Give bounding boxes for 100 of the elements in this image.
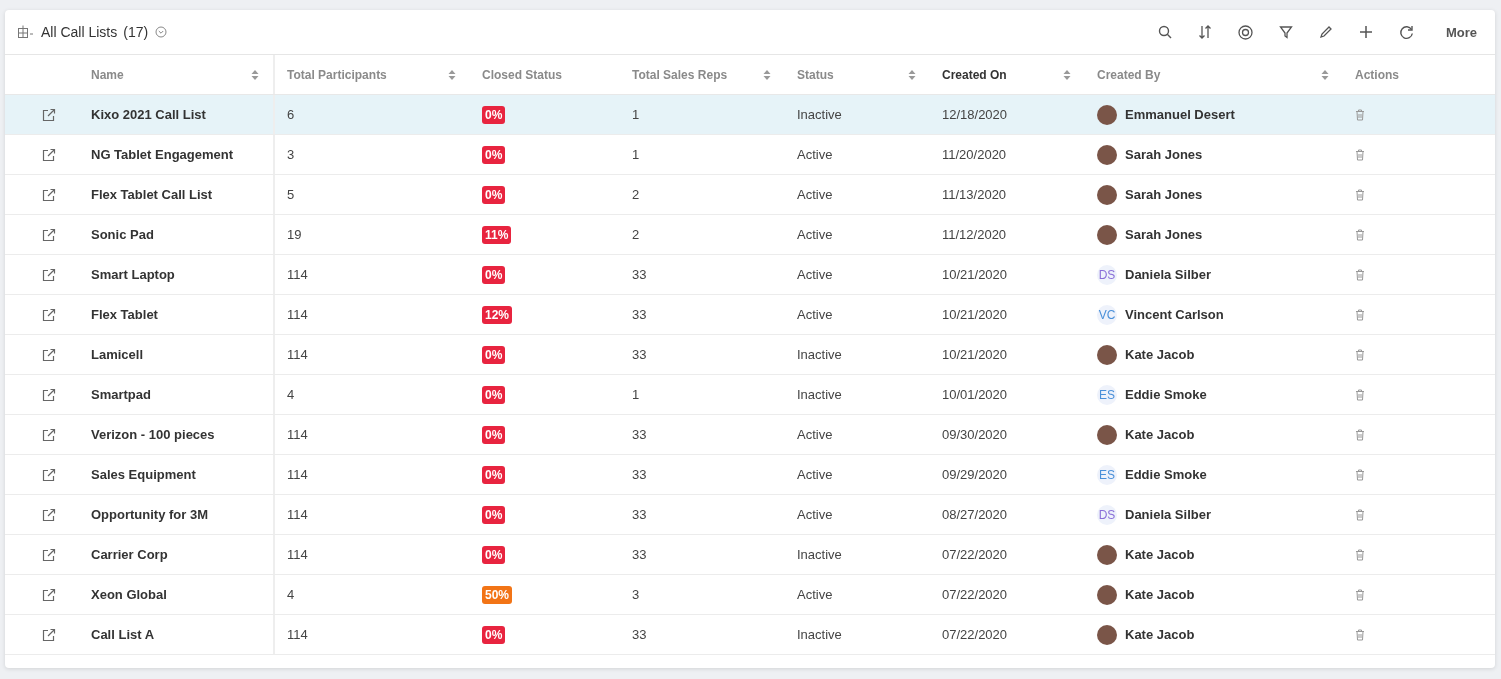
table-row[interactable]: Sonic Pad 19 11% 2 Active 11/12/2020 Sarah Jones (5, 215, 1495, 255)
call-list-name[interactable]: Lamicell (91, 347, 144, 362)
plus-icon[interactable] (1358, 25, 1373, 39)
trash-icon[interactable] (1355, 428, 1365, 441)
trash-icon[interactable] (1355, 268, 1365, 281)
sort-arrows-icon[interactable] (1321, 68, 1329, 81)
open-external-icon[interactable] (42, 587, 56, 602)
trash-icon[interactable] (1355, 588, 1365, 601)
call-list-name[interactable]: Flex Tablet Call List (91, 187, 213, 202)
trash-icon[interactable] (1355, 468, 1365, 481)
column-header[interactable]: Closed Status (470, 55, 620, 94)
open-external-icon[interactable] (42, 547, 56, 562)
pencil-icon[interactable] (1318, 25, 1333, 39)
status-text: Active (797, 267, 833, 282)
avatar-circle (1097, 424, 1117, 445)
status-text: Active (797, 227, 833, 242)
sales-reps-count: 33 (632, 467, 647, 482)
trash-icon[interactable] (1355, 228, 1365, 241)
column-header[interactable]: Actions (1343, 55, 1495, 94)
closed-status-badge: 0% (482, 465, 506, 484)
open-external-icon[interactable] (42, 147, 56, 162)
trash-icon[interactable] (1355, 188, 1365, 201)
sales-reps-count: 33 (632, 427, 647, 442)
table-row[interactable]: Smart Laptop 114 0% 33 Active 10/21/2020 DS Daniela Silber (5, 255, 1495, 295)
filter-icon[interactable] (1278, 25, 1293, 39)
sort-arrows-icon[interactable] (251, 68, 259, 81)
target-icon[interactable] (1237, 24, 1253, 40)
participants-count: 114 (287, 627, 308, 642)
closed-status-badge: 0% (482, 505, 506, 524)
table-row[interactable]: Lamicell 114 0% 33 Inactive 10/21/2020 Kate Jacob (5, 335, 1495, 375)
open-external-icon[interactable] (42, 307, 56, 322)
table-row[interactable]: Smartpad 4 0% 1 Inactive 10/01/2020 ES Eddie Smoke (5, 375, 1495, 415)
dropdown-icon[interactable] (155, 26, 168, 38)
creator-name: Kate Jacob (1125, 547, 1195, 562)
table-row[interactable]: NG Tablet Engagement 3 0% 1 Active 11/20/2020 Sarah Jones (5, 135, 1495, 175)
trash-icon[interactable] (1355, 628, 1365, 641)
call-list-name[interactable]: Kixo 2021 Call List (91, 107, 206, 122)
open-external-icon[interactable] (42, 467, 56, 482)
open-external-icon[interactable] (42, 507, 56, 522)
closed-status-badge: 50% (482, 585, 513, 604)
grid-icon[interactable] (17, 25, 35, 39)
call-list-name[interactable]: Smart Laptop (91, 267, 175, 282)
trash-icon[interactable] (1355, 108, 1365, 121)
call-list-name[interactable]: Sales Equipment (91, 467, 196, 482)
call-list-name[interactable]: Flex Tablet (91, 307, 158, 322)
open-external-icon[interactable] (42, 627, 56, 642)
open-external-icon[interactable] (42, 187, 56, 202)
column-header[interactable]: Created On (930, 55, 1085, 94)
participants-count: 4 (287, 587, 295, 602)
table-row[interactable]: Flex Tablet 114 12% 33 Active 10/21/2020 VC Vincent Carlson (5, 295, 1495, 335)
participants-count: 114 (287, 267, 308, 282)
call-list-name[interactable]: Smartpad (91, 387, 151, 402)
creator-name: Vincent Carlson (1125, 307, 1224, 322)
avatar-circle (1097, 544, 1117, 565)
trash-icon[interactable] (1355, 388, 1365, 401)
table-row[interactable]: Kixo 2021 Call List 6 0% 1 Inactive 12/18/2020 Emmanuel Desert (5, 95, 1495, 135)
sales-reps-count: 1 (632, 147, 640, 162)
trash-icon[interactable] (1355, 508, 1365, 521)
created-date: 08/27/2020 (942, 507, 1008, 522)
table-row[interactable]: Carrier Corp 114 0% 33 Inactive 07/22/2020 Kate Jacob (5, 535, 1495, 575)
call-list-name[interactable]: Sonic Pad (91, 227, 154, 242)
call-list-name[interactable]: NG Tablet Engagement (91, 147, 234, 162)
open-external-icon[interactable] (42, 267, 56, 282)
call-list-name[interactable]: Verizon - 100 pieces (91, 427, 215, 442)
search-icon[interactable] (1157, 25, 1172, 39)
call-list-name[interactable]: Call List A (91, 627, 155, 642)
more-button[interactable]: More (1441, 22, 1481, 42)
column-header[interactable]: Created By (1085, 55, 1343, 94)
table-row[interactable]: Verizon - 100 pieces 114 0% 33 Active 09/30/2020 Kate Jacob (5, 415, 1495, 455)
trash-icon[interactable] (1355, 348, 1365, 361)
sort-arrows-icon[interactable] (448, 68, 456, 81)
avatar-initials: ES (1097, 384, 1117, 405)
column-header[interactable]: Total Sales Reps (620, 55, 785, 94)
open-external-icon[interactable] (42, 387, 56, 402)
trash-icon[interactable] (1355, 308, 1365, 321)
open-external-icon[interactable] (42, 347, 56, 362)
table-row[interactable]: Xeon Global 4 50% 3 Active 07/22/2020 Kate Jacob (5, 575, 1495, 615)
participants-count: 114 (287, 467, 308, 482)
table-row[interactable]: Flex Tablet Call List 5 0% 2 Active 11/13/2020 Sarah Jones (5, 175, 1495, 215)
avatar-initials: ES (1097, 464, 1117, 485)
table-row[interactable]: Call List A 114 0% 33 Inactive 07/22/2020 Kate Jacob (5, 615, 1495, 655)
sort-arrows-icon[interactable] (908, 68, 916, 81)
trash-icon[interactable] (1355, 548, 1365, 561)
avatar-initials: DS (1097, 504, 1117, 525)
created-date: 11/13/2020 (942, 187, 1007, 202)
sort-arrows-icon[interactable] (1063, 68, 1071, 81)
call-list-name[interactable]: Xeon Global (91, 587, 167, 602)
refresh-icon[interactable] (1398, 24, 1414, 40)
open-external-icon[interactable] (42, 107, 56, 122)
sort-arrows-icon[interactable] (763, 68, 771, 81)
created-date: 10/21/2020 (942, 267, 1008, 282)
creator-name: Kate Jacob (1125, 347, 1195, 362)
table-row[interactable]: Sales Equipment 114 0% 33 Active 09/29/2020 ES Eddie Smoke (5, 455, 1495, 495)
call-list-name[interactable]: Opportunity for 3M (91, 507, 208, 522)
sort-icon[interactable] (1197, 25, 1212, 39)
trash-icon[interactable] (1355, 148, 1365, 161)
open-external-icon[interactable] (42, 227, 56, 242)
table-row[interactable]: Opportunity for 3M 114 0% 33 Active 08/27/2020 DS Daniela Silber (5, 495, 1495, 535)
call-list-name[interactable]: Carrier Corp (91, 547, 168, 562)
open-external-icon[interactable] (42, 427, 56, 442)
